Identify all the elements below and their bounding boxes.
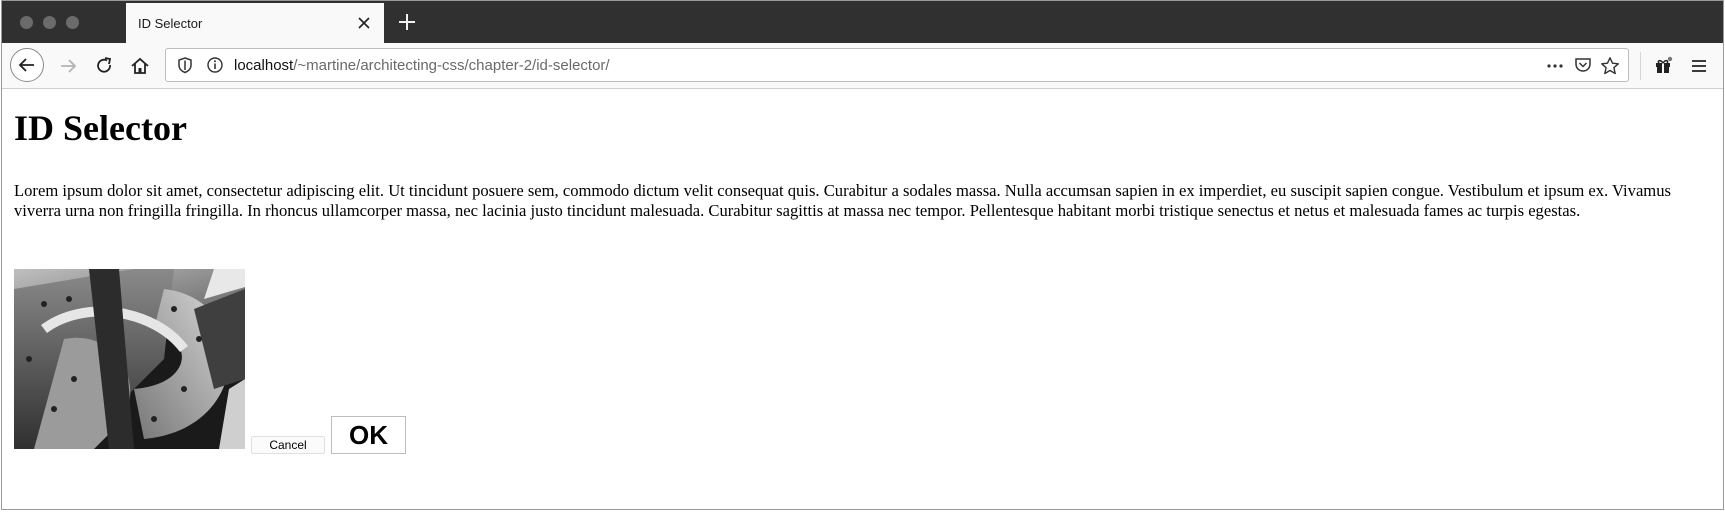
info-icon[interactable]: [206, 56, 224, 79]
close-icon[interactable]: [350, 9, 378, 37]
reload-icon[interactable]: [88, 50, 120, 82]
lorem-paragraph: Lorem ipsum dolor sit amet, consectetur …: [14, 181, 1671, 220]
star-icon[interactable]: [1600, 56, 1620, 81]
toolbar-separator: [1640, 52, 1641, 80]
back-arrow-icon[interactable]: [10, 48, 44, 82]
forward-arrow-icon[interactable]: [52, 50, 84, 82]
window-controls: [20, 16, 79, 29]
page-image: [14, 269, 245, 449]
close-window-dot[interactable]: [20, 16, 33, 29]
menu-icon[interactable]: [1683, 50, 1715, 82]
home-icon[interactable]: [124, 50, 156, 82]
shield-icon[interactable]: [176, 56, 194, 79]
tab-title: ID Selector: [138, 15, 203, 31]
tab-strip: ID Selector: [2, 1, 1723, 43]
gift-icon[interactable]: [1647, 50, 1679, 82]
pocket-icon[interactable]: [1574, 56, 1592, 79]
more-icon[interactable]: [1546, 57, 1564, 80]
page-title: ID Selector: [14, 108, 187, 148]
ok-button[interactable]: OK: [331, 416, 406, 454]
url-host: localhost: [234, 57, 294, 74]
navigation-toolbar: localhost/~martine/architecting-css/chap…: [2, 43, 1723, 89]
url-path: /~martine/architecting-css/chapter-2/id-…: [293, 57, 610, 74]
browser-window: ID Selector localhost/~martine/architect…: [1, 0, 1724, 510]
tab-id-selector[interactable]: ID Selector: [126, 3, 384, 43]
zoom-window-dot[interactable]: [66, 16, 79, 29]
url-bar[interactable]: localhost/~martine/architecting-css/chap…: [165, 48, 1629, 82]
minimize-window-dot[interactable]: [43, 16, 56, 29]
url-text[interactable]: localhost/~martine/architecting-css/chap…: [234, 57, 610, 74]
plus-icon[interactable]: [392, 7, 422, 37]
cancel-button[interactable]: Cancel: [251, 436, 325, 454]
